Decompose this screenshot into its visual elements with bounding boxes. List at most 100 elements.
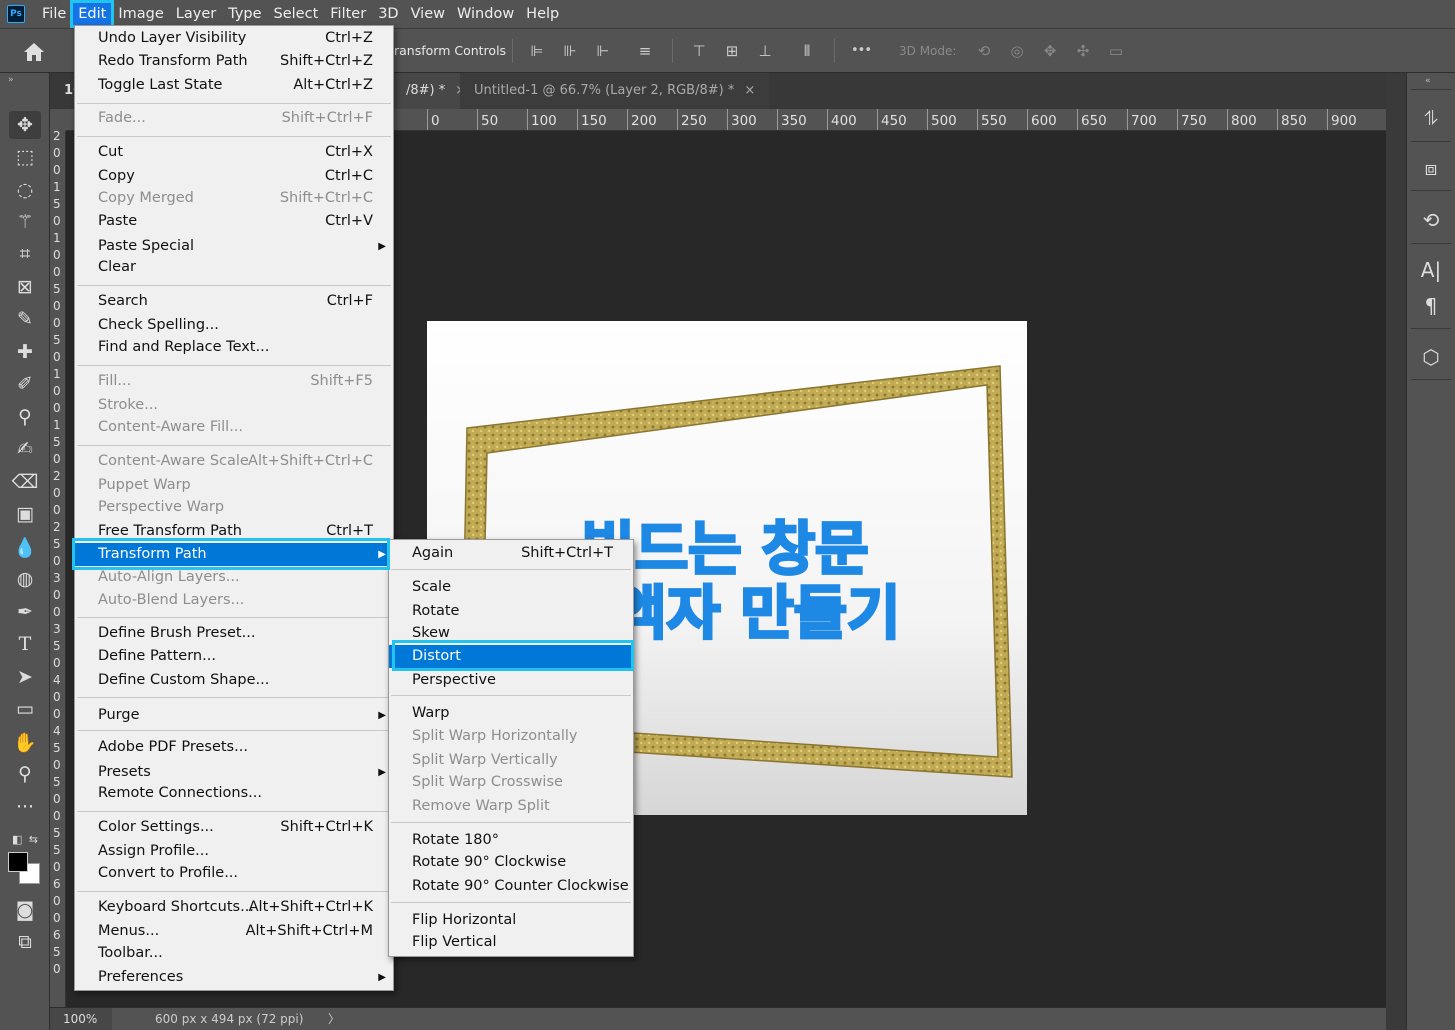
menu-file[interactable]: File: [36, 2, 72, 26]
menu-item-menus[interactable]: Menus... Alt+Shift+Ctrl+M: [75, 920, 393, 943]
rectangle-tool-icon[interactable]: ▭: [9, 695, 41, 723]
edit-toolbar-icon[interactable]: ···: [9, 793, 41, 821]
menu-edit[interactable]: Edit: [70, 0, 115, 28]
menu-item-content-aware-scale[interactable]: Content-Aware Scale Alt+Shift+Ctrl+C: [75, 450, 393, 473]
menu-item-assign-profile[interactable]: Assign Profile...: [75, 840, 393, 863]
move-tool-icon[interactable]: ✥: [9, 111, 41, 139]
menu-item-free-transform-path[interactable]: Free Transform Path Ctrl+T: [75, 520, 393, 543]
menu-item-warp[interactable]: Warp: [389, 702, 633, 725]
menu-item-split-warp-crosswise[interactable]: Split Warp Crosswise: [389, 771, 633, 794]
gradient-tool-icon[interactable]: ▣: [9, 500, 41, 528]
menu-view[interactable]: View: [405, 2, 451, 26]
distribute-vertical-icon[interactable]: ≡: [636, 42, 654, 60]
document-tab-untitled[interactable]: Untitled-1 @ 66.7% (Layer 2, RGB/8#) * ×: [460, 73, 770, 109]
menu-item-clear[interactable]: Clear: [75, 256, 393, 279]
menu-type[interactable]: Type: [222, 2, 267, 26]
align-left-edges-icon[interactable]: ⊫: [528, 42, 546, 60]
character-panel-icon[interactable]: A|: [1418, 257, 1444, 283]
menu-item-adobe-pdf-presets[interactable]: Adobe PDF Presets...: [75, 736, 393, 759]
pen-tool-icon[interactable]: ✒: [9, 598, 41, 626]
collapse-panel-icon[interactable]: »: [8, 75, 14, 85]
home-icon[interactable]: [22, 41, 46, 63]
menu-item-fade[interactable]: Fade... Shift+Ctrl+F: [75, 107, 393, 130]
menu-item-stroke[interactable]: Stroke...: [75, 394, 393, 417]
menu-item-scale[interactable]: Scale: [389, 576, 633, 599]
ruler-origin[interactable]: [50, 109, 66, 131]
menu-item-flip-horizontal[interactable]: Flip Horizontal: [389, 909, 633, 932]
roll-3d-icon[interactable]: ◎: [1008, 42, 1026, 60]
more-options-icon[interactable]: •••: [851, 42, 872, 60]
screen-mode-icon[interactable]: ⧉: [9, 928, 41, 956]
menu-item-define-brush-preset[interactable]: Define Brush Preset...: [75, 622, 393, 645]
zoom-tool-icon[interactable]: ⚲: [9, 760, 41, 788]
type-tool-icon[interactable]: T: [9, 630, 41, 658]
slide-3d-icon[interactable]: ✣: [1074, 42, 1092, 60]
menu-item-search[interactable]: Search Ctrl+F: [75, 290, 393, 313]
eyedropper-tool-icon[interactable]: ✎: [9, 305, 41, 333]
brush-tool-icon[interactable]: ✐: [9, 370, 41, 398]
menu-item-flip-vertical[interactable]: Flip Vertical: [389, 931, 633, 954]
menu-item-check-spelling[interactable]: Check Spelling...: [75, 314, 393, 337]
libraries-panel-icon[interactable]: ⧈: [1418, 155, 1444, 181]
menu-item-rotate[interactable]: Rotate: [389, 600, 633, 623]
menu-3d[interactable]: 3D: [372, 2, 404, 26]
menu-item-undo-layer-visibility[interactable]: Undo Layer Visibility Ctrl+Z: [75, 27, 393, 50]
menu-item-define-custom-shape[interactable]: Define Custom Shape...: [75, 669, 393, 692]
menu-item-perspective[interactable]: Perspective: [389, 669, 633, 692]
menu-help[interactable]: Help: [520, 2, 565, 26]
drag-3d-icon[interactable]: ✥: [1041, 42, 1059, 60]
history-panel-icon[interactable]: ⟲: [1418, 207, 1444, 233]
marquee-tool-icon[interactable]: ⬚: [9, 143, 41, 171]
menu-item-toolbar[interactable]: Toolbar...: [75, 942, 393, 965]
menu-image[interactable]: Image: [112, 2, 169, 26]
menu-item-presets[interactable]: Presets ▶: [75, 761, 393, 784]
menu-window[interactable]: Window: [451, 2, 520, 26]
swap-colors-icon[interactable]: ◧ ⇆: [9, 825, 41, 853]
menu-item-rotate-90-counter-clockwise[interactable]: Rotate 90° Counter Clockwise: [389, 875, 633, 898]
document-tab-1[interactable]: 16: [50, 73, 82, 109]
menu-item-fill[interactable]: Fill... Shift+F5: [75, 370, 393, 393]
menu-item-cut[interactable]: Cut Ctrl+X: [75, 141, 393, 164]
eraser-tool-icon[interactable]: ⌫: [9, 468, 41, 496]
align-horizontal-centers-icon[interactable]: ⊪: [561, 42, 579, 60]
photoshop-logo-icon[interactable]: Ps: [7, 5, 25, 23]
learn-panel-icon[interactable]: ⥮: [1418, 105, 1444, 131]
path-selection-tool-icon[interactable]: ➤: [9, 663, 41, 691]
menu-item-remote-connections[interactable]: Remote Connections...: [75, 782, 393, 805]
menu-item-preferences[interactable]: Preferences ▶: [75, 966, 393, 989]
menu-item-again[interactable]: Again Shift+Ctrl+T: [389, 542, 633, 565]
menu-item-toggle-last-state[interactable]: Toggle Last State Alt+Ctrl+Z: [75, 74, 393, 97]
3d-panel-icon[interactable]: ⬡: [1418, 344, 1444, 370]
scale-3d-icon[interactable]: ▭: [1107, 42, 1125, 60]
menu-item-content-aware-fill[interactable]: Content-Aware Fill...: [75, 416, 393, 439]
magic-wand-tool-icon[interactable]: ⚚: [9, 208, 41, 236]
history-brush-tool-icon[interactable]: ✍: [9, 435, 41, 463]
expand-panels-icon[interactable]: «: [1425, 76, 1431, 86]
healing-brush-tool-icon[interactable]: ✚: [9, 338, 41, 366]
menu-filter[interactable]: Filter: [324, 2, 372, 26]
menu-item-rotate-180[interactable]: Rotate 180°: [389, 829, 633, 852]
menu-item-split-warp-vertically[interactable]: Split Warp Vertically: [389, 749, 633, 772]
menu-item-auto-blend-layers[interactable]: Auto-Blend Layers...: [75, 589, 393, 612]
menu-item-rotate-90-clockwise[interactable]: Rotate 90° Clockwise: [389, 851, 633, 874]
menu-item-auto-align-layers[interactable]: Auto-Align Layers...: [75, 566, 393, 589]
menu-item-puppet-warp[interactable]: Puppet Warp: [75, 474, 393, 497]
menu-layer[interactable]: Layer: [170, 2, 222, 26]
blur-tool-icon[interactable]: 💧: [9, 533, 41, 561]
menu-item-split-warp-horizontally[interactable]: Split Warp Horizontally: [389, 725, 633, 748]
orbit-3d-icon[interactable]: ⟲: [975, 42, 993, 60]
menu-item-distort[interactable]: Distort: [389, 645, 633, 668]
menu-item-paste-special[interactable]: Paste Special ▶: [75, 235, 393, 258]
status-menu-chevron-icon[interactable]: 〉: [328, 1008, 340, 1030]
menu-item-convert-to-profile[interactable]: Convert to Profile...: [75, 862, 393, 885]
zoom-level-field[interactable]: 100%: [50, 1008, 112, 1030]
menu-item-paste[interactable]: Paste Ctrl+V: [75, 210, 393, 233]
menu-item-define-pattern[interactable]: Define Pattern...: [75, 645, 393, 668]
align-right-edges-icon[interactable]: ⊩: [594, 42, 612, 60]
foreground-color-swatch[interactable]: [8, 852, 28, 872]
menu-item-keyboard-shortcuts[interactable]: Keyboard Shortcuts... Alt+Shift+Ctrl+K: [75, 896, 393, 919]
dodge-tool-icon[interactable]: ◍: [9, 565, 41, 593]
quick-mask-icon[interactable]: ◙: [9, 896, 41, 924]
transform-controls-label[interactable]: ransform Controls: [394, 43, 506, 58]
menu-item-copy-merged[interactable]: Copy Merged Shift+Ctrl+C: [75, 187, 393, 210]
